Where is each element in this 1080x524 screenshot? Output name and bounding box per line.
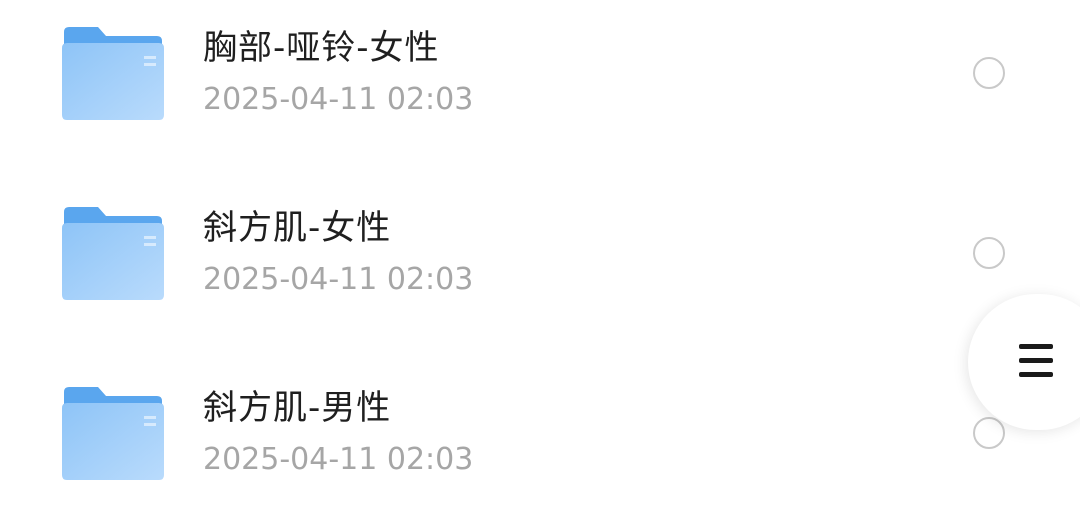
file-row[interactable]: 斜方肌-男性 2025-04-11 02:03 bbox=[0, 360, 1080, 510]
file-date: 2025-04-11 02:03 bbox=[203, 442, 474, 477]
file-date: 2025-04-11 02:03 bbox=[203, 262, 474, 297]
select-radio[interactable] bbox=[973, 417, 1005, 449]
folder-icon bbox=[62, 386, 164, 480]
file-name: 斜方肌-男性 bbox=[203, 388, 392, 428]
folder-icon bbox=[62, 26, 164, 120]
file-list: 胸部-哑铃-女性 2025-04-11 02:03 斜方肌-女性 2025-04… bbox=[0, 0, 1080, 524]
file-date: 2025-04-11 02:03 bbox=[203, 82, 474, 117]
select-radio[interactable] bbox=[973, 237, 1005, 269]
file-name: 斜方肌-女性 bbox=[203, 208, 392, 248]
menu-icon bbox=[1019, 344, 1053, 378]
file-name: 胸部-哑铃-女性 bbox=[203, 28, 440, 68]
file-row[interactable]: 胸部-哑铃-女性 2025-04-11 02:03 bbox=[0, 0, 1080, 150]
folder-icon bbox=[62, 206, 164, 300]
select-radio[interactable] bbox=[973, 57, 1005, 89]
file-row[interactable]: 斜方肌-女性 2025-04-11 02:03 bbox=[0, 180, 1080, 330]
